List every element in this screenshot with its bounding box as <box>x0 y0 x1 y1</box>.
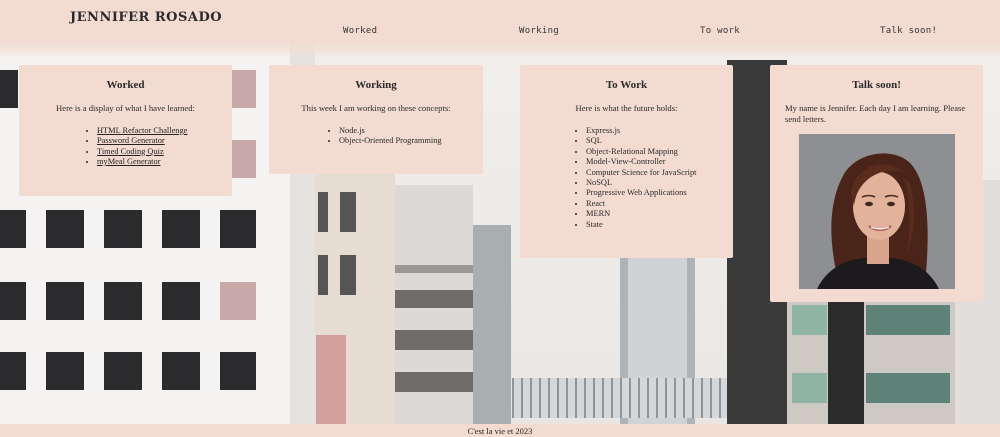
nav-link-to-work[interactable]: To work <box>700 26 740 36</box>
future-topics-list: Express.js SQL Object-Relational Mapping… <box>532 126 721 230</box>
project-link-html-refactor[interactable]: HTML Refactor Challenge <box>97 126 187 135</box>
card-intro: My name is Jennifer. Each day I am learn… <box>785 103 966 124</box>
card-talk-soon: Talk soon! My name is Jennifer. Each day… <box>770 65 983 302</box>
building-grey <box>395 185 473 437</box>
nav-link-working[interactable]: Working <box>519 26 559 36</box>
card-title: Worked <box>106 79 145 91</box>
brand-name: JENNIFER ROSADO <box>70 10 223 25</box>
building-glass <box>473 225 511 437</box>
card-title: Working <box>355 79 397 91</box>
site-footer: C'est la vie et 2023 <box>0 424 1000 437</box>
list-item: SQL <box>586 136 721 146</box>
profile-photo <box>799 134 955 289</box>
card-title: To Work <box>605 79 648 91</box>
portrait-illustration <box>799 134 955 289</box>
list-item: State <box>586 220 721 230</box>
project-link-password-generator[interactable]: Password Generator <box>97 136 165 145</box>
building-pink-facade <box>316 335 346 437</box>
card-worked: Worked Here is a display of what I have … <box>19 65 232 196</box>
list-item: Express.js <box>586 126 721 136</box>
nav-link-worked[interactable]: Worked <box>343 26 377 36</box>
list-item: NoSQL <box>586 178 721 188</box>
list-item: Object-Relational Mapping <box>586 147 721 157</box>
card-intro: Here is what the future holds: <box>575 103 678 113</box>
list-item: Progressive Web Applications <box>586 188 721 198</box>
card-to-work: To Work Here is what the future holds: E… <box>520 65 733 258</box>
card-title: Talk soon! <box>852 79 901 91</box>
list-item: Node.js <box>339 126 471 136</box>
project-list: HTML Refactor Challenge Password Generat… <box>31 126 220 168</box>
list-item: Computer Science for JavaScript <box>586 168 721 178</box>
list-item: MERN <box>586 209 721 219</box>
card-intro: This week I am working on these concepts… <box>301 103 451 113</box>
list-item: Object-Oriented Programming <box>339 136 471 146</box>
card-intro: Here is a display of what I have learned… <box>56 103 195 113</box>
list-item: HTML Refactor Challenge <box>97 126 220 136</box>
concept-list: Node.js Object-Oriented Programming <box>281 126 471 147</box>
list-item: Password Generator <box>97 136 220 146</box>
card-working: Working This week I am working on these … <box>269 65 483 174</box>
project-link-coding-quiz[interactable]: Timed Coding Quiz <box>97 147 164 156</box>
bridge-deck <box>512 378 727 418</box>
project-link-mymeal-generator[interactable]: myMeal Generator <box>97 157 160 166</box>
list-item: React <box>586 199 721 209</box>
footer-text: C'est la vie et 2023 <box>467 426 533 436</box>
list-item: myMeal Generator <box>97 157 220 167</box>
list-item: Model-View-Controller <box>586 157 721 167</box>
site-header: JENNIFER ROSADO Worked Working To work T… <box>0 0 1000 58</box>
list-item: Timed Coding Quiz <box>97 147 220 157</box>
nav-link-talk-soon[interactable]: Talk soon! <box>880 26 937 36</box>
